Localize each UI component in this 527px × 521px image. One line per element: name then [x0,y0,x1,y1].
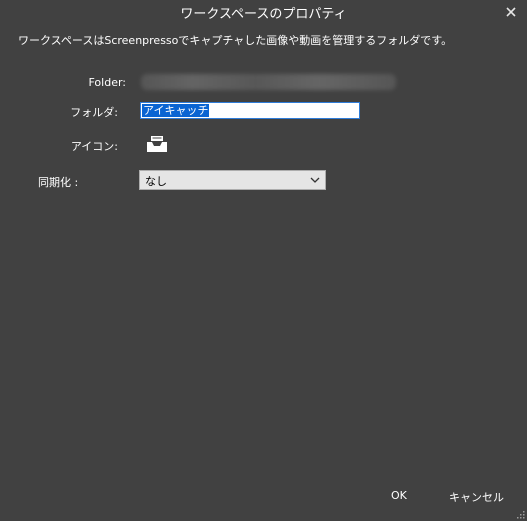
workspace-properties-dialog: ワークスペースのプロパティ ワークスペースはScreenpressoでキャプチャ… [0,0,527,521]
resize-grip-icon[interactable] [517,511,525,519]
ok-button[interactable]: OK [391,489,407,502]
folder-path-value [141,74,396,90]
close-button[interactable] [504,2,518,20]
icon-label: アイコン: [70,140,118,153]
folder-name-label: フォルダ: [70,106,118,119]
sync-select[interactable]: なし [139,170,326,190]
close-icon [506,7,516,17]
sync-label: 同期化 : [38,176,79,189]
description-text: ワークスペースはScreenpressoでキャプチャした画像や動画を管理するフォ… [18,34,453,47]
cancel-button[interactable]: キャンセル [449,489,504,505]
folder-name-selected-text: アイキャッチ [142,104,210,117]
icon-picker-button[interactable] [146,134,168,154]
sync-selected-value: なし [145,175,167,188]
dialog-title: ワークスペースのプロパティ [180,7,347,22]
chevron-down-icon [310,177,320,183]
folder-name-input[interactable]: アイキャッチ [140,102,360,119]
inbox-tray-icon [147,136,167,152]
folder-label: Folder: [88,76,126,89]
